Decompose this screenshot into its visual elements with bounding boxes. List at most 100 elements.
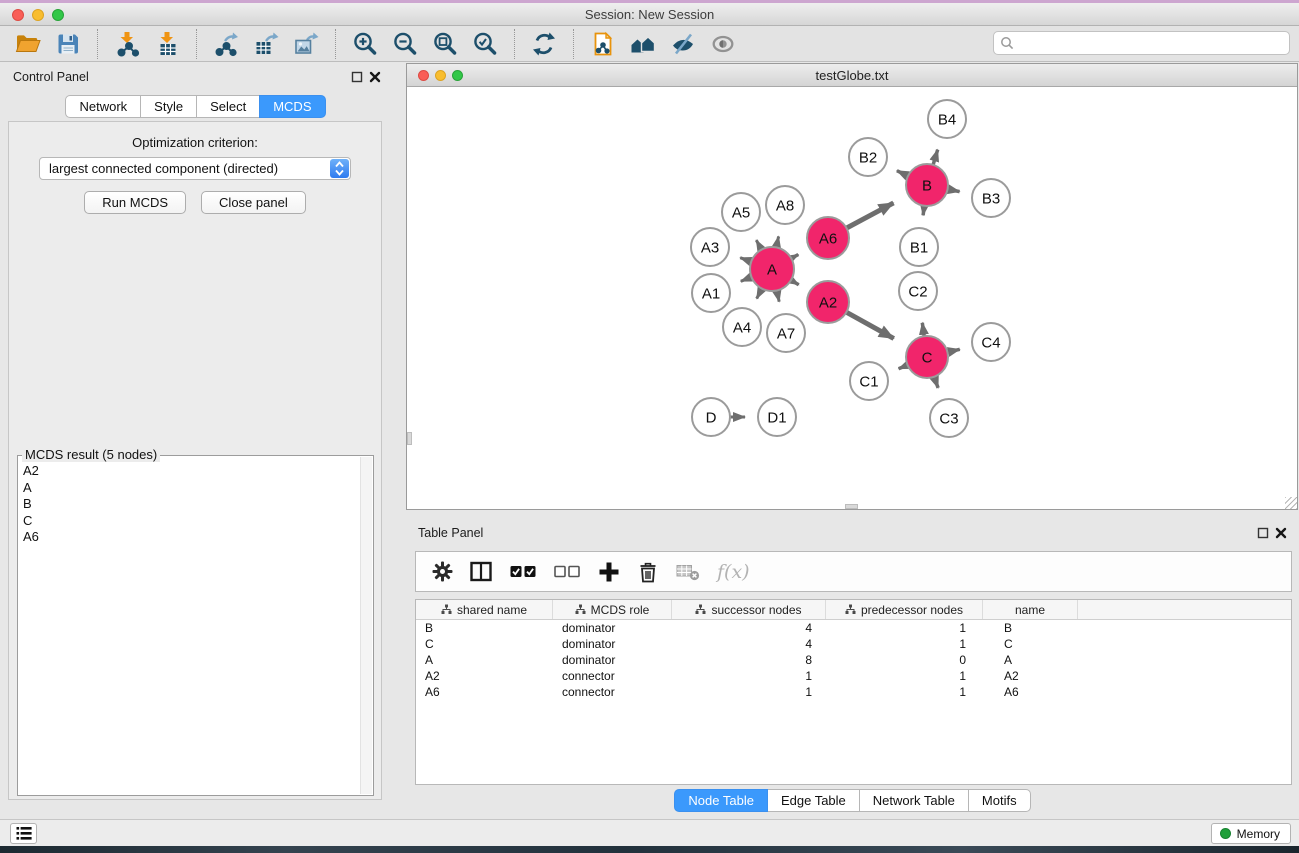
open-session-icon[interactable] bbox=[8, 28, 48, 60]
node-A1[interactable]: A1 bbox=[692, 274, 730, 312]
network-from-selection-icon[interactable] bbox=[583, 28, 623, 60]
export-network-icon[interactable] bbox=[206, 28, 246, 60]
column-header-MCDS-role[interactable]: MCDS role bbox=[553, 600, 672, 619]
node-C3[interactable]: C3 bbox=[930, 399, 968, 437]
float-panel-icon[interactable] bbox=[351, 71, 363, 83]
table-row[interactable]: Bdominator41B bbox=[416, 620, 1291, 636]
node-A5[interactable]: A5 bbox=[722, 193, 760, 231]
show-hidden-icon[interactable] bbox=[703, 28, 743, 60]
criterion-select[interactable]: largest connected component (directed) bbox=[39, 157, 351, 180]
svg-text:A5: A5 bbox=[732, 204, 750, 221]
mcds-result-item[interactable]: A6 bbox=[23, 529, 360, 546]
column-header-name[interactable]: name bbox=[983, 600, 1078, 619]
create-column-plus-icon[interactable] bbox=[598, 561, 620, 583]
hide-selected-icon[interactable] bbox=[663, 28, 703, 60]
svg-text:A: A bbox=[767, 261, 777, 278]
node-B[interactable]: B bbox=[906, 164, 948, 206]
node-D[interactable]: D bbox=[692, 398, 730, 436]
cell-name: A6 bbox=[983, 685, 1078, 699]
network-window-title: testGlobe.txt bbox=[407, 68, 1297, 83]
run-mcds-button[interactable]: Run MCDS bbox=[84, 191, 186, 214]
node-A8[interactable]: A8 bbox=[766, 186, 804, 224]
tab-motifs[interactable]: Motifs bbox=[968, 789, 1031, 812]
resize-handle-icon[interactable] bbox=[1285, 497, 1297, 509]
table-tabs: Node TableEdge TableNetwork TableMotifs bbox=[406, 789, 1299, 812]
result-scrollbar[interactable] bbox=[360, 457, 372, 794]
svg-text:A3: A3 bbox=[701, 239, 719, 256]
cell-successor-nodes: 4 bbox=[672, 637, 826, 651]
table-row[interactable]: A2connector11A2 bbox=[416, 668, 1291, 684]
split-grip-icon[interactable] bbox=[407, 432, 412, 445]
network-canvas[interactable]: A A2 A6 B C A1 A3 A4 A5 A7 A8 B1 B2 B3 B4 C1 C2 C3 C4 D D1 bbox=[407, 87, 1297, 509]
refresh-icon[interactable] bbox=[524, 28, 564, 60]
node-A4[interactable]: A4 bbox=[723, 308, 761, 346]
import-table-icon[interactable] bbox=[147, 28, 187, 60]
tab-style[interactable]: Style bbox=[140, 95, 197, 118]
node-A3[interactable]: A3 bbox=[691, 228, 729, 266]
table-row[interactable]: Cdominator41C bbox=[416, 636, 1291, 652]
float-panel-icon[interactable] bbox=[1257, 527, 1269, 539]
node-A2[interactable]: A2 bbox=[807, 281, 849, 323]
tab-network-table[interactable]: Network Table bbox=[859, 789, 969, 812]
mcds-result-item[interactable]: C bbox=[23, 513, 360, 530]
svg-text:C3: C3 bbox=[939, 410, 958, 427]
network-view-window: testGlobe.txt A A2 A6 B C A1 A3 A4 A5 A7 A8 B1 B2 B3 B… bbox=[406, 63, 1298, 510]
node-A[interactable]: A bbox=[750, 247, 794, 291]
node-B2[interactable]: B2 bbox=[849, 138, 887, 176]
node-C2[interactable]: C2 bbox=[899, 272, 937, 310]
show-column-panel-icon[interactable] bbox=[470, 561, 493, 582]
save-session-icon[interactable] bbox=[48, 28, 88, 60]
node-A7[interactable]: A7 bbox=[767, 314, 805, 352]
node-C1[interactable]: C1 bbox=[850, 362, 888, 400]
mcds-result-item[interactable]: A2 bbox=[23, 463, 360, 480]
svg-text:C2: C2 bbox=[908, 283, 927, 300]
deselect-all-columns-icon[interactable] bbox=[554, 561, 581, 582]
node-C4[interactable]: C4 bbox=[972, 323, 1010, 361]
zoom-selected-icon[interactable] bbox=[465, 28, 505, 60]
tab-edge-table[interactable]: Edge Table bbox=[767, 789, 860, 812]
close-panel-button[interactable]: Close panel bbox=[201, 191, 306, 214]
export-table-icon[interactable] bbox=[246, 28, 286, 60]
column-header-successor-nodes[interactable]: successor nodes bbox=[672, 600, 826, 619]
show-all-icon[interactable] bbox=[623, 28, 663, 60]
zoom-fit-icon[interactable] bbox=[425, 28, 465, 60]
zoom-in-icon[interactable] bbox=[345, 28, 385, 60]
node-B1[interactable]: B1 bbox=[900, 228, 938, 266]
table-row[interactable]: Adominator80A bbox=[416, 652, 1291, 668]
control-panel-tabs: NetworkStyleSelectMCDS bbox=[0, 95, 391, 118]
task-history-button[interactable] bbox=[10, 823, 37, 844]
tab-node-table[interactable]: Node Table bbox=[674, 789, 768, 812]
node-A6[interactable]: A6 bbox=[807, 217, 849, 259]
node-C[interactable]: C bbox=[906, 336, 948, 378]
column-header-shared-name[interactable]: shared name bbox=[416, 600, 553, 619]
export-image-icon[interactable] bbox=[286, 28, 326, 60]
table-settings-gear-icon[interactable] bbox=[432, 561, 453, 582]
tab-network[interactable]: Network bbox=[65, 95, 141, 118]
select-all-columns-icon[interactable] bbox=[510, 561, 537, 582]
mcds-panel: Optimization criterion: largest connecte… bbox=[8, 121, 382, 800]
search-field[interactable] bbox=[993, 31, 1290, 55]
search-input[interactable] bbox=[1014, 34, 1289, 52]
control-panel-title: Control Panel bbox=[13, 70, 89, 84]
delete-column-trash-icon[interactable] bbox=[637, 561, 659, 583]
node-D1[interactable]: D1 bbox=[758, 398, 796, 436]
cell-MCDS-role: dominator bbox=[553, 653, 672, 667]
table-row[interactable]: A6connector11A6 bbox=[416, 684, 1291, 700]
select-stepper-icon bbox=[330, 159, 349, 178]
import-network-icon[interactable] bbox=[107, 28, 147, 60]
split-grip-icon[interactable] bbox=[845, 504, 858, 509]
tab-select[interactable]: Select bbox=[196, 95, 260, 118]
mcds-result-item[interactable]: B bbox=[23, 496, 360, 513]
mcds-result-item[interactable]: A bbox=[23, 480, 360, 497]
tab-mcds[interactable]: MCDS bbox=[259, 95, 325, 118]
criterion-value: largest connected component (directed) bbox=[49, 161, 278, 176]
node-B4[interactable]: B4 bbox=[928, 100, 966, 138]
memory-button[interactable]: Memory bbox=[1211, 823, 1291, 844]
column-header-predecessor-nodes[interactable]: predecessor nodes bbox=[826, 600, 983, 619]
cell-predecessor-nodes: 1 bbox=[826, 621, 983, 635]
svg-text:B1: B1 bbox=[910, 239, 928, 256]
close-panel-icon[interactable] bbox=[1275, 527, 1287, 539]
node-B3[interactable]: B3 bbox=[972, 179, 1010, 217]
zoom-out-icon[interactable] bbox=[385, 28, 425, 60]
close-panel-icon[interactable] bbox=[369, 71, 381, 83]
